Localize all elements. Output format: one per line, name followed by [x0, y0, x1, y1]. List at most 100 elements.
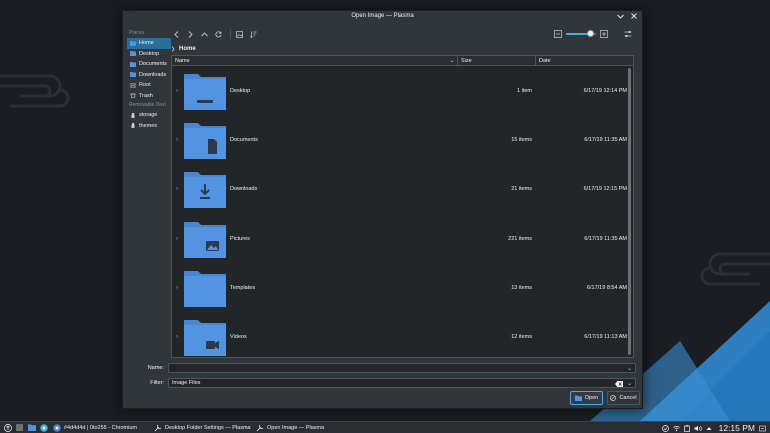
- list-item[interactable]: › Desktop 1 item 6/17/19 12:14 PM: [172, 66, 633, 115]
- sidebar-item-storage[interactable]: storage: [127, 110, 171, 121]
- home-folder-icon: [130, 40, 136, 46]
- sidebar-item-label: storage: [139, 112, 158, 119]
- close-button[interactable]: [630, 12, 638, 20]
- chevron-right-icon[interactable]: [171, 45, 175, 52]
- list-item[interactable]: › Videos 12 items 6/17/19 11:13 AM: [172, 312, 633, 357]
- cancel-icon: [610, 395, 617, 401]
- panel-options-icon[interactable]: [759, 425, 766, 432]
- list-item[interactable]: › Documents 15 items 6/17/19 11:35 AM: [172, 115, 633, 164]
- folder-icon: [27, 424, 36, 431]
- preview-button[interactable]: [234, 29, 245, 39]
- reload-button[interactable]: [213, 29, 224, 39]
- file-name: Documents: [230, 136, 258, 143]
- expand-tray-icon[interactable]: [706, 426, 712, 431]
- breadcrumb-current[interactable]: Home: [179, 46, 196, 52]
- expand-chevron-icon[interactable]: ›: [172, 285, 182, 291]
- chevron-down-icon[interactable]: ⌄: [627, 365, 632, 372]
- task-open-image[interactable]: Open Image — Plasma: [256, 422, 358, 433]
- column-header-size[interactable]: Size: [458, 56, 536, 65]
- forward-button[interactable]: [185, 29, 196, 39]
- sidebar-item-downloads[interactable]: Downloads: [127, 70, 171, 81]
- titlebar[interactable]: Open Image — Plasma: [123, 11, 642, 23]
- sidebar-item-label: Documents: [139, 61, 167, 68]
- window-title: Open Image — Plasma: [351, 13, 414, 19]
- clear-icon[interactable]: [615, 380, 623, 387]
- cancel-button[interactable]: Cancel: [607, 391, 640, 405]
- file-size: 15 items: [511, 136, 532, 143]
- back-icon: [174, 30, 179, 38]
- zoom-in-icon[interactable]: [600, 30, 608, 38]
- file-size: 13 items: [511, 284, 532, 291]
- network-icon[interactable]: [672, 425, 680, 432]
- sidebar-item-home[interactable]: Home: [127, 38, 171, 49]
- sort-button[interactable]: [248, 29, 259, 39]
- sidebar-item-themes[interactable]: themes: [127, 121, 171, 132]
- name-field[interactable]: ⌄: [168, 363, 636, 373]
- task-chromium[interactable]: #4d4d4d | 0to255 - Chromium: [53, 422, 137, 433]
- file-name: Templates: [230, 284, 256, 291]
- sidebar-item-label: Home: [139, 40, 154, 47]
- expand-chevron-icon[interactable]: ›: [172, 236, 182, 242]
- volume-icon[interactable]: [694, 425, 702, 432]
- list-item[interactable]: › Downloads 21 items 6/17/19 12:15 PM: [172, 165, 633, 214]
- clipboard-icon[interactable]: [683, 424, 690, 432]
- open-button-label: Open: [584, 395, 599, 401]
- back-button[interactable]: [171, 29, 182, 39]
- file-date: 6/17/19 12:14 PM: [583, 87, 627, 94]
- notifications-icon[interactable]: [661, 424, 669, 432]
- file-date: 6/17/19 11:35 AM: [584, 235, 627, 242]
- expand-chevron-icon[interactable]: ›: [172, 334, 182, 340]
- sidebar-item-documents[interactable]: Documents: [127, 59, 171, 70]
- browser-launcher[interactable]: [39, 423, 48, 432]
- folder-video-icon: [184, 320, 226, 357]
- list-item[interactable]: › Templates 13 items 6/17/19 8:54 AM: [172, 263, 633, 312]
- filter-label: Filter:: [150, 380, 164, 386]
- clock[interactable]: 12:15 PM: [719, 423, 755, 433]
- browser-icon: [39, 423, 48, 432]
- scrollbar[interactable]: [628, 68, 631, 355]
- application-launcher-button[interactable]: [3, 423, 12, 432]
- sidebar-item-root[interactable]: Root: [127, 80, 171, 91]
- settings-icon: [256, 424, 264, 432]
- downloads-folder-icon: [130, 72, 136, 78]
- column-header-date[interactable]: Date: [536, 56, 633, 65]
- open-button[interactable]: Open: [570, 391, 603, 405]
- options-button[interactable]: [622, 29, 633, 39]
- sidebar-item-trash[interactable]: Trash: [127, 91, 171, 102]
- chevron-down-icon[interactable]: ⌄: [627, 380, 632, 387]
- preview-icon: [236, 30, 243, 38]
- name-label: Name:: [147, 365, 164, 371]
- up-button[interactable]: [199, 29, 210, 39]
- sidebar-item-label: themes: [139, 122, 158, 129]
- system-tray: 12:15 PM: [661, 422, 766, 433]
- zoom-out-icon[interactable]: [554, 30, 562, 38]
- trash-icon: [130, 93, 136, 99]
- filter-field-value: Image Files: [172, 380, 201, 386]
- expand-chevron-icon[interactable]: ›: [172, 88, 182, 94]
- file-size: 221 items: [508, 235, 532, 242]
- task-desktop-folder-settings[interactable]: Desktop Folder Settings — Plasma: [154, 422, 251, 433]
- file-size: 1 item: [517, 87, 532, 94]
- forward-icon: [188, 30, 193, 38]
- show-desktop-button[interactable]: [15, 423, 24, 432]
- desktop-folder-icon: [130, 51, 136, 57]
- expand-chevron-icon[interactable]: ›: [172, 137, 182, 143]
- file-date: 6/17/19 8:54 AM: [586, 284, 627, 291]
- file-manager-launcher[interactable]: [27, 423, 36, 432]
- sidebar-item-desktop[interactable]: Desktop: [127, 49, 171, 60]
- open-image-dialog: Open Image — Plasma Places Home Desktop …: [122, 10, 643, 409]
- filter-field[interactable]: Image Files ⌄: [168, 378, 636, 388]
- column-header-name[interactable]: Name ⌄: [172, 56, 458, 65]
- places-panel: Places Home Desktop Documents Downloads …: [127, 29, 171, 359]
- task-label: Desktop Folder Settings — Plasma: [165, 425, 251, 431]
- minimize-button[interactable]: [616, 12, 624, 20]
- list-item[interactable]: › Pictures 221 items 6/17/19 11:35 AM: [172, 214, 633, 263]
- options-icon: [624, 31, 631, 37]
- expand-chevron-icon[interactable]: ›: [172, 186, 182, 192]
- file-name: Videos: [230, 334, 247, 341]
- zoom-slider[interactable]: [566, 30, 596, 37]
- breadcrumb: Home: [171, 44, 196, 53]
- folder-picture-icon: [184, 221, 226, 258]
- zoom-slider-knob[interactable]: [586, 30, 594, 37]
- launcher-icon: [3, 423, 12, 432]
